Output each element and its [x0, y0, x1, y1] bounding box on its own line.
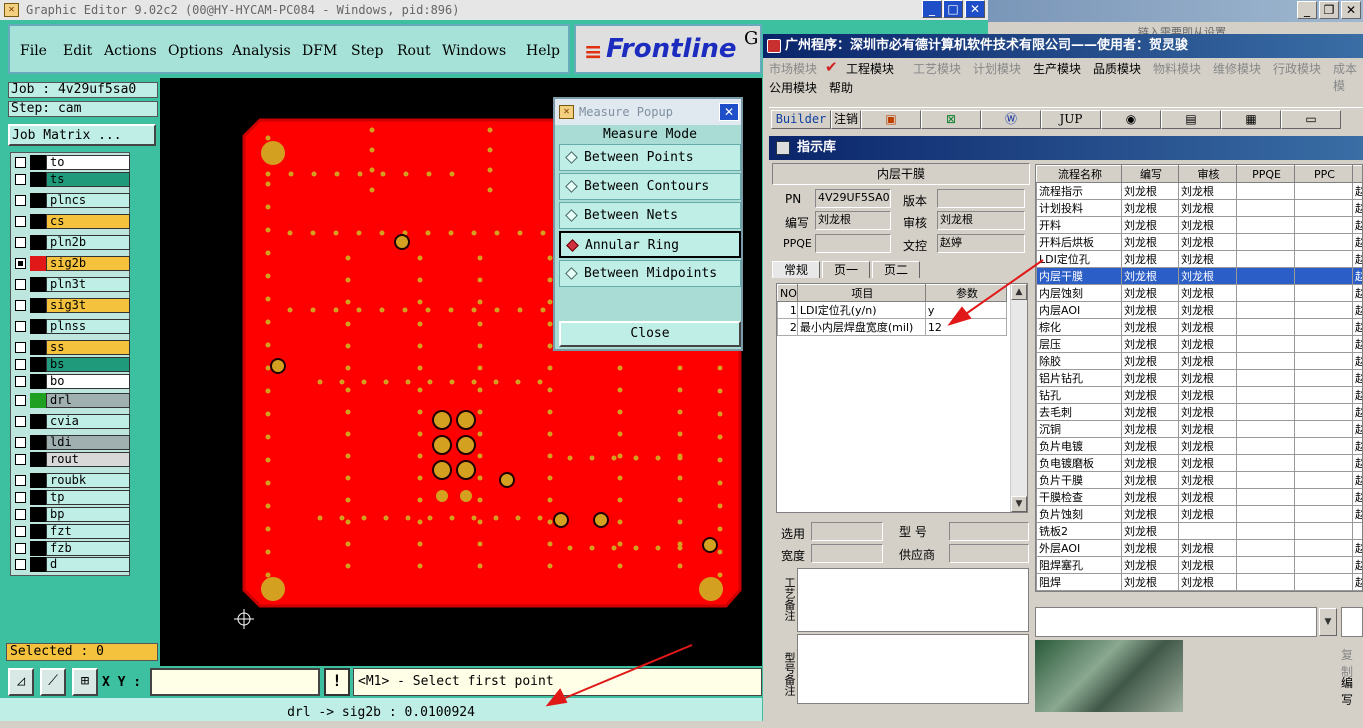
- annotation-arrows: [0, 0, 1363, 721]
